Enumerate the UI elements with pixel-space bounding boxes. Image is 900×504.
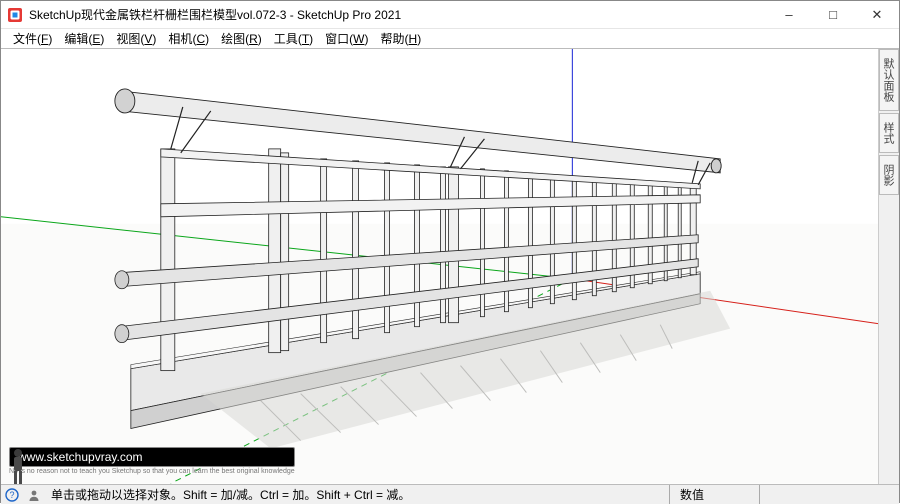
close-button[interactable]: ✕ [855,1,899,28]
status-value-field[interactable] [759,485,899,504]
tray-tab-default[interactable]: 默认面板 [879,49,899,111]
watermark-url: www.sketchupvray.com [9,447,295,467]
status-bar: ? 单击或拖动以选择对象。Shift = 加/减。Ctrl = 加。Shift … [1,484,899,504]
menu-help[interactable]: 帮助(H) [375,28,428,49]
maximize-button[interactable]: □ [811,1,855,28]
watermark-tagline: No is no reason not to teach you Sketchu… [9,468,295,476]
menu-draw[interactable]: 绘图(R) [215,28,268,49]
window-buttons: – □ ✕ [767,1,899,28]
status-hint: 单击或拖动以选择对象。Shift = 加/减。Ctrl = 加。Shift + … [45,486,669,503]
watermark: www.sketchupvray.com No is no reason not… [9,447,295,476]
tray-panel: 默认面板 样式 阴影 [879,49,899,484]
avatar-icon [9,447,27,484]
menu-bar: 文件(F) 编辑(E) 视图(V) 相机(C) 绘图(R) 工具(T) 窗口(W… [1,29,899,49]
tray-tab-shadows[interactable]: 阴影 [879,155,899,195]
workspace: www.sketchupvray.com No is no reason not… [1,49,899,484]
menu-camera[interactable]: 相机(C) [162,28,215,49]
window-title: SketchUp现代金属铁栏杆栅栏围栏模型vol.072-3 - SketchU… [29,6,767,23]
menu-edit[interactable]: 编辑(E) [58,28,110,49]
menu-window[interactable]: 窗口(W) [319,28,374,49]
menu-view[interactable]: 视图(V) [110,28,162,49]
help-icon[interactable]: ? [1,488,23,502]
user-icon[interactable] [23,488,45,502]
viewport[interactable]: www.sketchupvray.com No is no reason not… [1,49,879,484]
menu-tools[interactable]: 工具(T) [268,28,319,49]
app-icon [7,7,23,23]
svg-text:?: ? [9,490,14,500]
scene-3d [1,49,878,484]
title-bar: SketchUp现代金属铁栏杆栅栏围栏模型vol.072-3 - SketchU… [1,1,899,29]
menu-file[interactable]: 文件(F) [7,28,58,49]
minimize-button[interactable]: – [767,1,811,28]
tray-tab-styles[interactable]: 样式 [879,113,899,153]
status-value-label: 数值 [669,485,759,504]
